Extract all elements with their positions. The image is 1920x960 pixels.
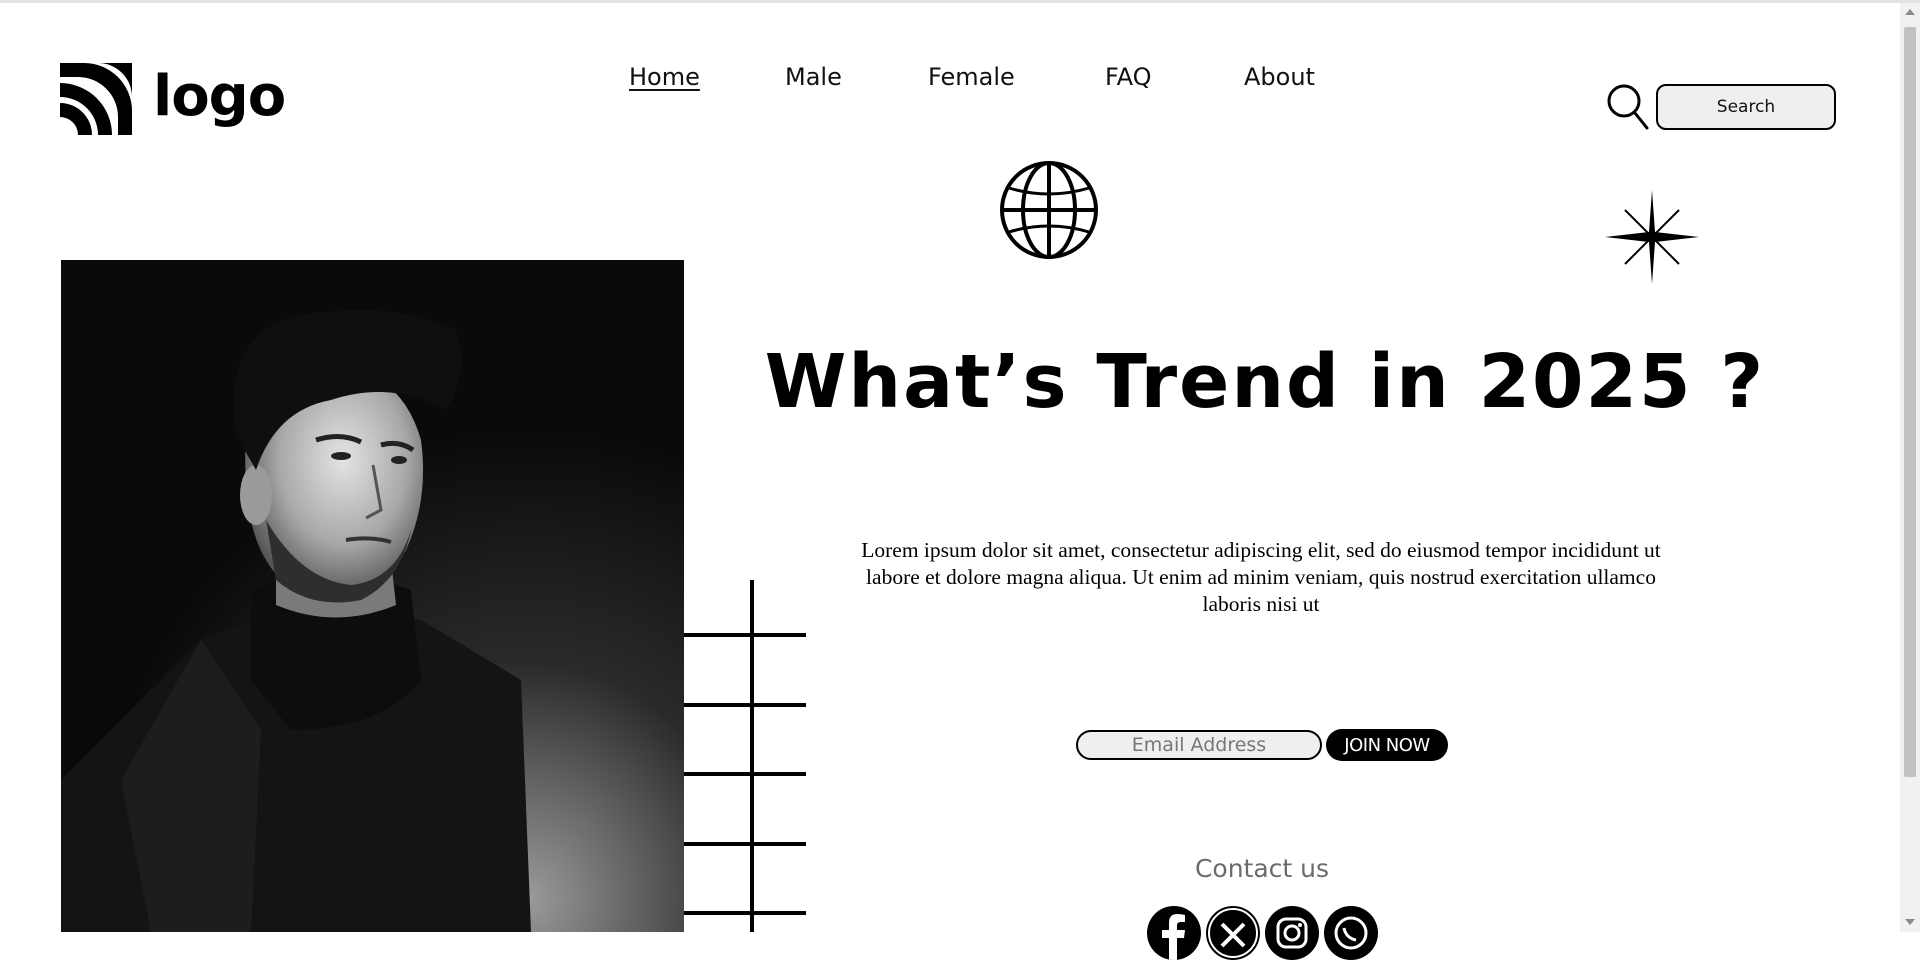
nav-faq[interactable]: FAQ xyxy=(1105,62,1152,92)
globe-icon xyxy=(1000,161,1098,259)
instagram-icon[interactable] xyxy=(1265,906,1319,960)
nav-female[interactable]: Female xyxy=(928,62,1015,92)
hero-photo xyxy=(61,260,684,932)
whatsapp-icon[interactable] xyxy=(1324,906,1378,960)
scroll-down-arrow-icon[interactable] xyxy=(1905,919,1915,925)
hero-title: What’s Trend in 2025 ? xyxy=(764,339,1766,425)
twitter-icon[interactable] xyxy=(1206,906,1260,960)
nav-about[interactable]: About xyxy=(1244,62,1315,92)
nav-home[interactable]: Home xyxy=(629,62,700,92)
page-scrollbar[interactable] xyxy=(1900,3,1920,932)
sparkle-star-icon xyxy=(1605,190,1699,284)
email-field[interactable] xyxy=(1076,730,1322,760)
contact-title: Contact us xyxy=(1194,854,1330,883)
nav-male[interactable]: Male xyxy=(785,62,842,92)
scrollbar-thumb[interactable] xyxy=(1904,27,1916,777)
scroll-up-arrow-icon[interactable] xyxy=(1905,9,1915,15)
grid-lines-decoration xyxy=(684,580,806,932)
hero-description: Lorem ipsum dolor sit amet, consectetur … xyxy=(861,538,1661,616)
search-icon[interactable] xyxy=(1605,82,1649,130)
facebook-icon[interactable] xyxy=(1147,906,1201,960)
logo-mark-icon xyxy=(60,63,132,135)
site-logo[interactable]: logo xyxy=(60,63,286,139)
search-input[interactable] xyxy=(1656,84,1836,130)
join-now-button[interactable]: JOIN NOW xyxy=(1326,729,1448,761)
man-portrait-image xyxy=(61,260,684,932)
logo-text: logo xyxy=(153,64,286,129)
browser-top-border xyxy=(0,0,1920,3)
